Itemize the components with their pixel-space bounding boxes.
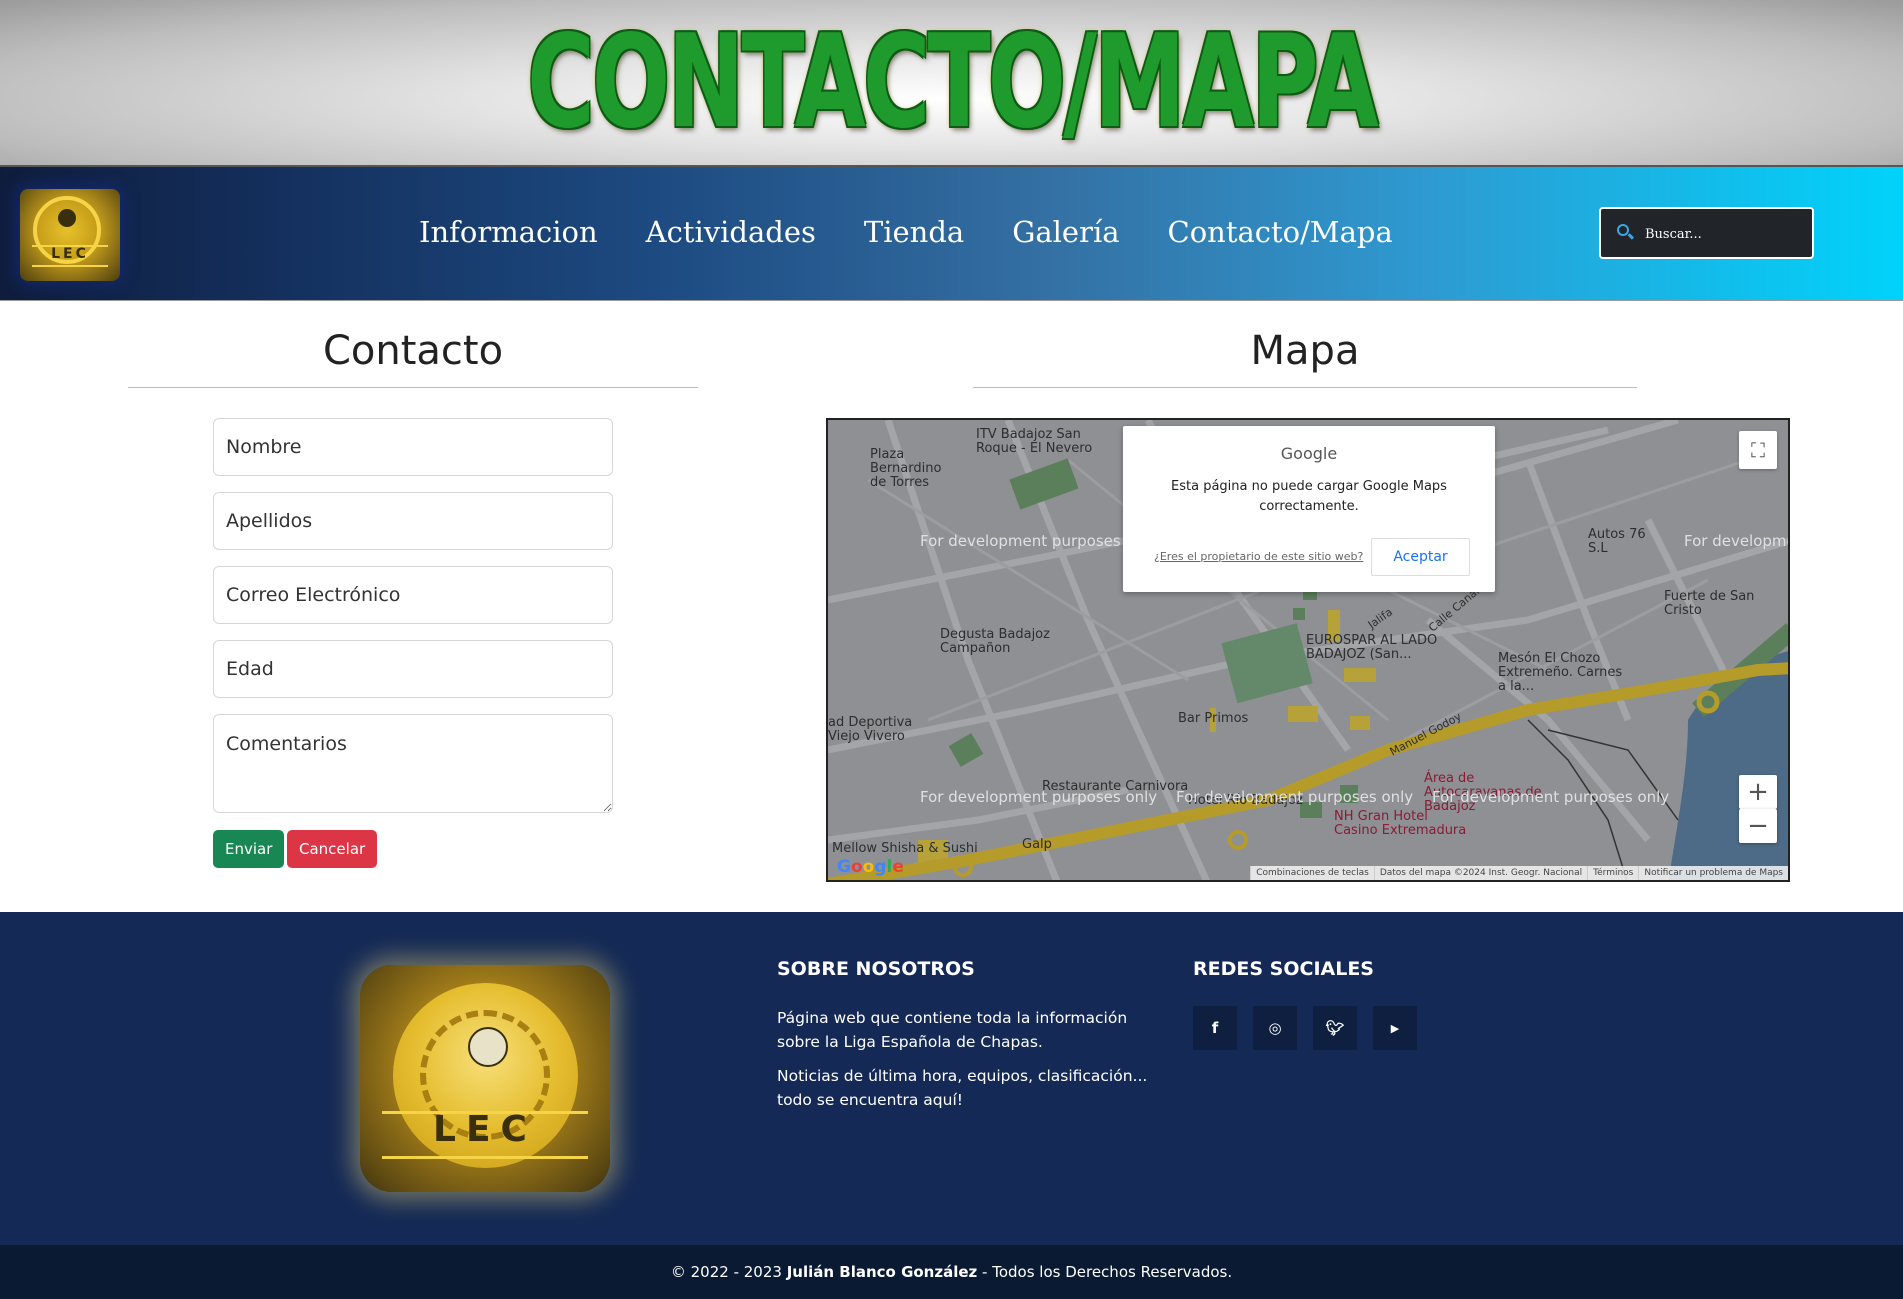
email-field[interactable] bbox=[213, 566, 613, 624]
nav-links: Informacion Actividades Tienda Galería C… bbox=[419, 215, 1393, 249]
dev-watermark: For development purposes only bbox=[920, 532, 1158, 550]
keyboard-shortcuts-link[interactable]: Combinaciones de teclas bbox=[1250, 866, 1374, 880]
lec-logo-large: LEC bbox=[360, 965, 610, 1192]
instagram-icon[interactable]: ◎ bbox=[1253, 1006, 1297, 1050]
dev-watermark: For development purposes only bbox=[920, 788, 1158, 806]
contact-divider bbox=[128, 387, 698, 388]
zoom-in-icon[interactable]: + bbox=[1739, 775, 1777, 809]
map-label-meson: Mesón El Chozo Extremeño. Carnes a la... bbox=[1498, 651, 1623, 694]
about-text-1: Página web que contiene toda la informac… bbox=[777, 1009, 1128, 1051]
dialog-brand: Google bbox=[1280, 444, 1338, 463]
fullscreen-icon[interactable]: ⛶ bbox=[1739, 431, 1777, 469]
map-attribution: Combinaciones de teclas Datos del mapa ©… bbox=[1250, 866, 1788, 880]
send-button[interactable]: Enviar bbox=[213, 830, 285, 868]
map-label-bar: Bar Primos bbox=[1178, 711, 1249, 726]
zoom-out-icon[interactable]: − bbox=[1739, 809, 1777, 843]
surname-field[interactable] bbox=[213, 492, 613, 550]
cancel-button[interactable]: Cancelar bbox=[287, 830, 378, 868]
footer: LEC SOBRE NOSOTROS Página web que contie… bbox=[0, 912, 1903, 1245]
dialog-message: Esta página no puede cargar Google Maps … bbox=[1171, 479, 1447, 514]
ball-icon bbox=[468, 1027, 508, 1067]
map-label-eurospar: EUROSPAR AL LADO BADAJOZ (San... bbox=[1306, 633, 1438, 662]
age-field[interactable] bbox=[213, 640, 613, 698]
lec-logo[interactable]: LEC bbox=[20, 189, 120, 281]
google-map[interactable]: Plaza Bernardino de Torres ITV Badajoz S… bbox=[826, 418, 1790, 882]
map-label-itv: ITV Badajoz San Roque - El Nevero bbox=[976, 427, 1093, 456]
logo-text: LEC bbox=[51, 246, 89, 262]
map-label-mellow: Mellow Shisha & Sushi bbox=[832, 841, 978, 856]
report-problem-link[interactable]: Notificar un problema de Maps bbox=[1638, 866, 1788, 880]
map-label-nh: NH Gran Hotel Casino Extremadura bbox=[1334, 809, 1467, 838]
copyright-bar: © 2022 - 2023 Julián Blanco González - T… bbox=[0, 1245, 1903, 1299]
copyright-suffix: - Todos los Derechos Reservados. bbox=[977, 1263, 1233, 1281]
author-name: Julián Blanco González bbox=[786, 1263, 978, 1281]
site-owner-link[interactable]: ¿Eres el propietario de este sitio web? bbox=[1154, 550, 1363, 563]
search-icon bbox=[1617, 224, 1629, 236]
nav-link-informacion[interactable]: Informacion bbox=[419, 215, 598, 249]
about-title: SOBRE NOSOTROS bbox=[777, 958, 975, 980]
youtube-icon[interactable]: ▶ bbox=[1373, 1006, 1417, 1050]
dev-watermark: For development purposes only bbox=[1176, 788, 1414, 806]
terms-link[interactable]: Términos bbox=[1587, 866, 1638, 880]
nav-link-actividades[interactable]: Actividades bbox=[646, 215, 816, 249]
map-label-autos: Autos 76 S.L bbox=[1588, 527, 1646, 556]
map-label-deportiva: ad Deportiva Viejo Vivero bbox=[828, 715, 913, 744]
about-text-2: Noticias de última hora, equipos, clasif… bbox=[777, 1067, 1148, 1109]
facebook-icon[interactable]: f bbox=[1193, 1006, 1237, 1050]
header-banner: CONTACTO/MAPA bbox=[0, 0, 1903, 166]
map-label-degusta: Degusta Badajoz Campañon bbox=[940, 627, 1050, 656]
map-divider bbox=[973, 387, 1637, 388]
copyright-prefix: © 2022 - 2023 bbox=[670, 1263, 787, 1281]
dev-watermark: For development purposes only bbox=[1684, 532, 1788, 550]
dev-watermark: For development purposes only bbox=[1432, 788, 1670, 806]
map-data-text: Datos del mapa ©2024 Inst. Geogr. Nacion… bbox=[1373, 866, 1587, 880]
comments-field[interactable] bbox=[213, 714, 613, 813]
navbar: LEC Informacion Actividades Tienda Galer… bbox=[0, 165, 1903, 301]
name-field[interactable] bbox=[213, 418, 613, 476]
search-box[interactable] bbox=[1599, 207, 1814, 259]
maps-error-dialog: Google Esta página no puede cargar Googl… bbox=[1123, 426, 1495, 592]
google-logo: Google bbox=[837, 857, 904, 877]
map-label-galp: Galp bbox=[1022, 837, 1052, 852]
accept-button[interactable]: Aceptar bbox=[1371, 538, 1470, 576]
banner-title: CONTACTO/MAPA bbox=[527, 8, 1379, 157]
map-label-fuerte: Fuerte de San Cristo bbox=[1664, 589, 1755, 618]
map-label-plaza: Plaza Bernardino de Torres bbox=[870, 447, 942, 490]
social-title: REDES SOCIALES bbox=[1193, 958, 1374, 980]
nav-link-tienda[interactable]: Tienda bbox=[864, 215, 964, 249]
twitter-icon[interactable]: 🐦︎ bbox=[1313, 1006, 1357, 1050]
nav-link-contacto-mapa[interactable]: Contacto/Mapa bbox=[1168, 215, 1393, 249]
logo-text: LEC bbox=[433, 1109, 537, 1150]
ball-icon bbox=[58, 209, 76, 227]
nav-link-galeria[interactable]: Galería bbox=[1012, 215, 1119, 249]
map-title: Mapa bbox=[1250, 328, 1360, 374]
contact-title: Contacto bbox=[322, 328, 504, 374]
search-input[interactable] bbox=[1643, 221, 1807, 247]
